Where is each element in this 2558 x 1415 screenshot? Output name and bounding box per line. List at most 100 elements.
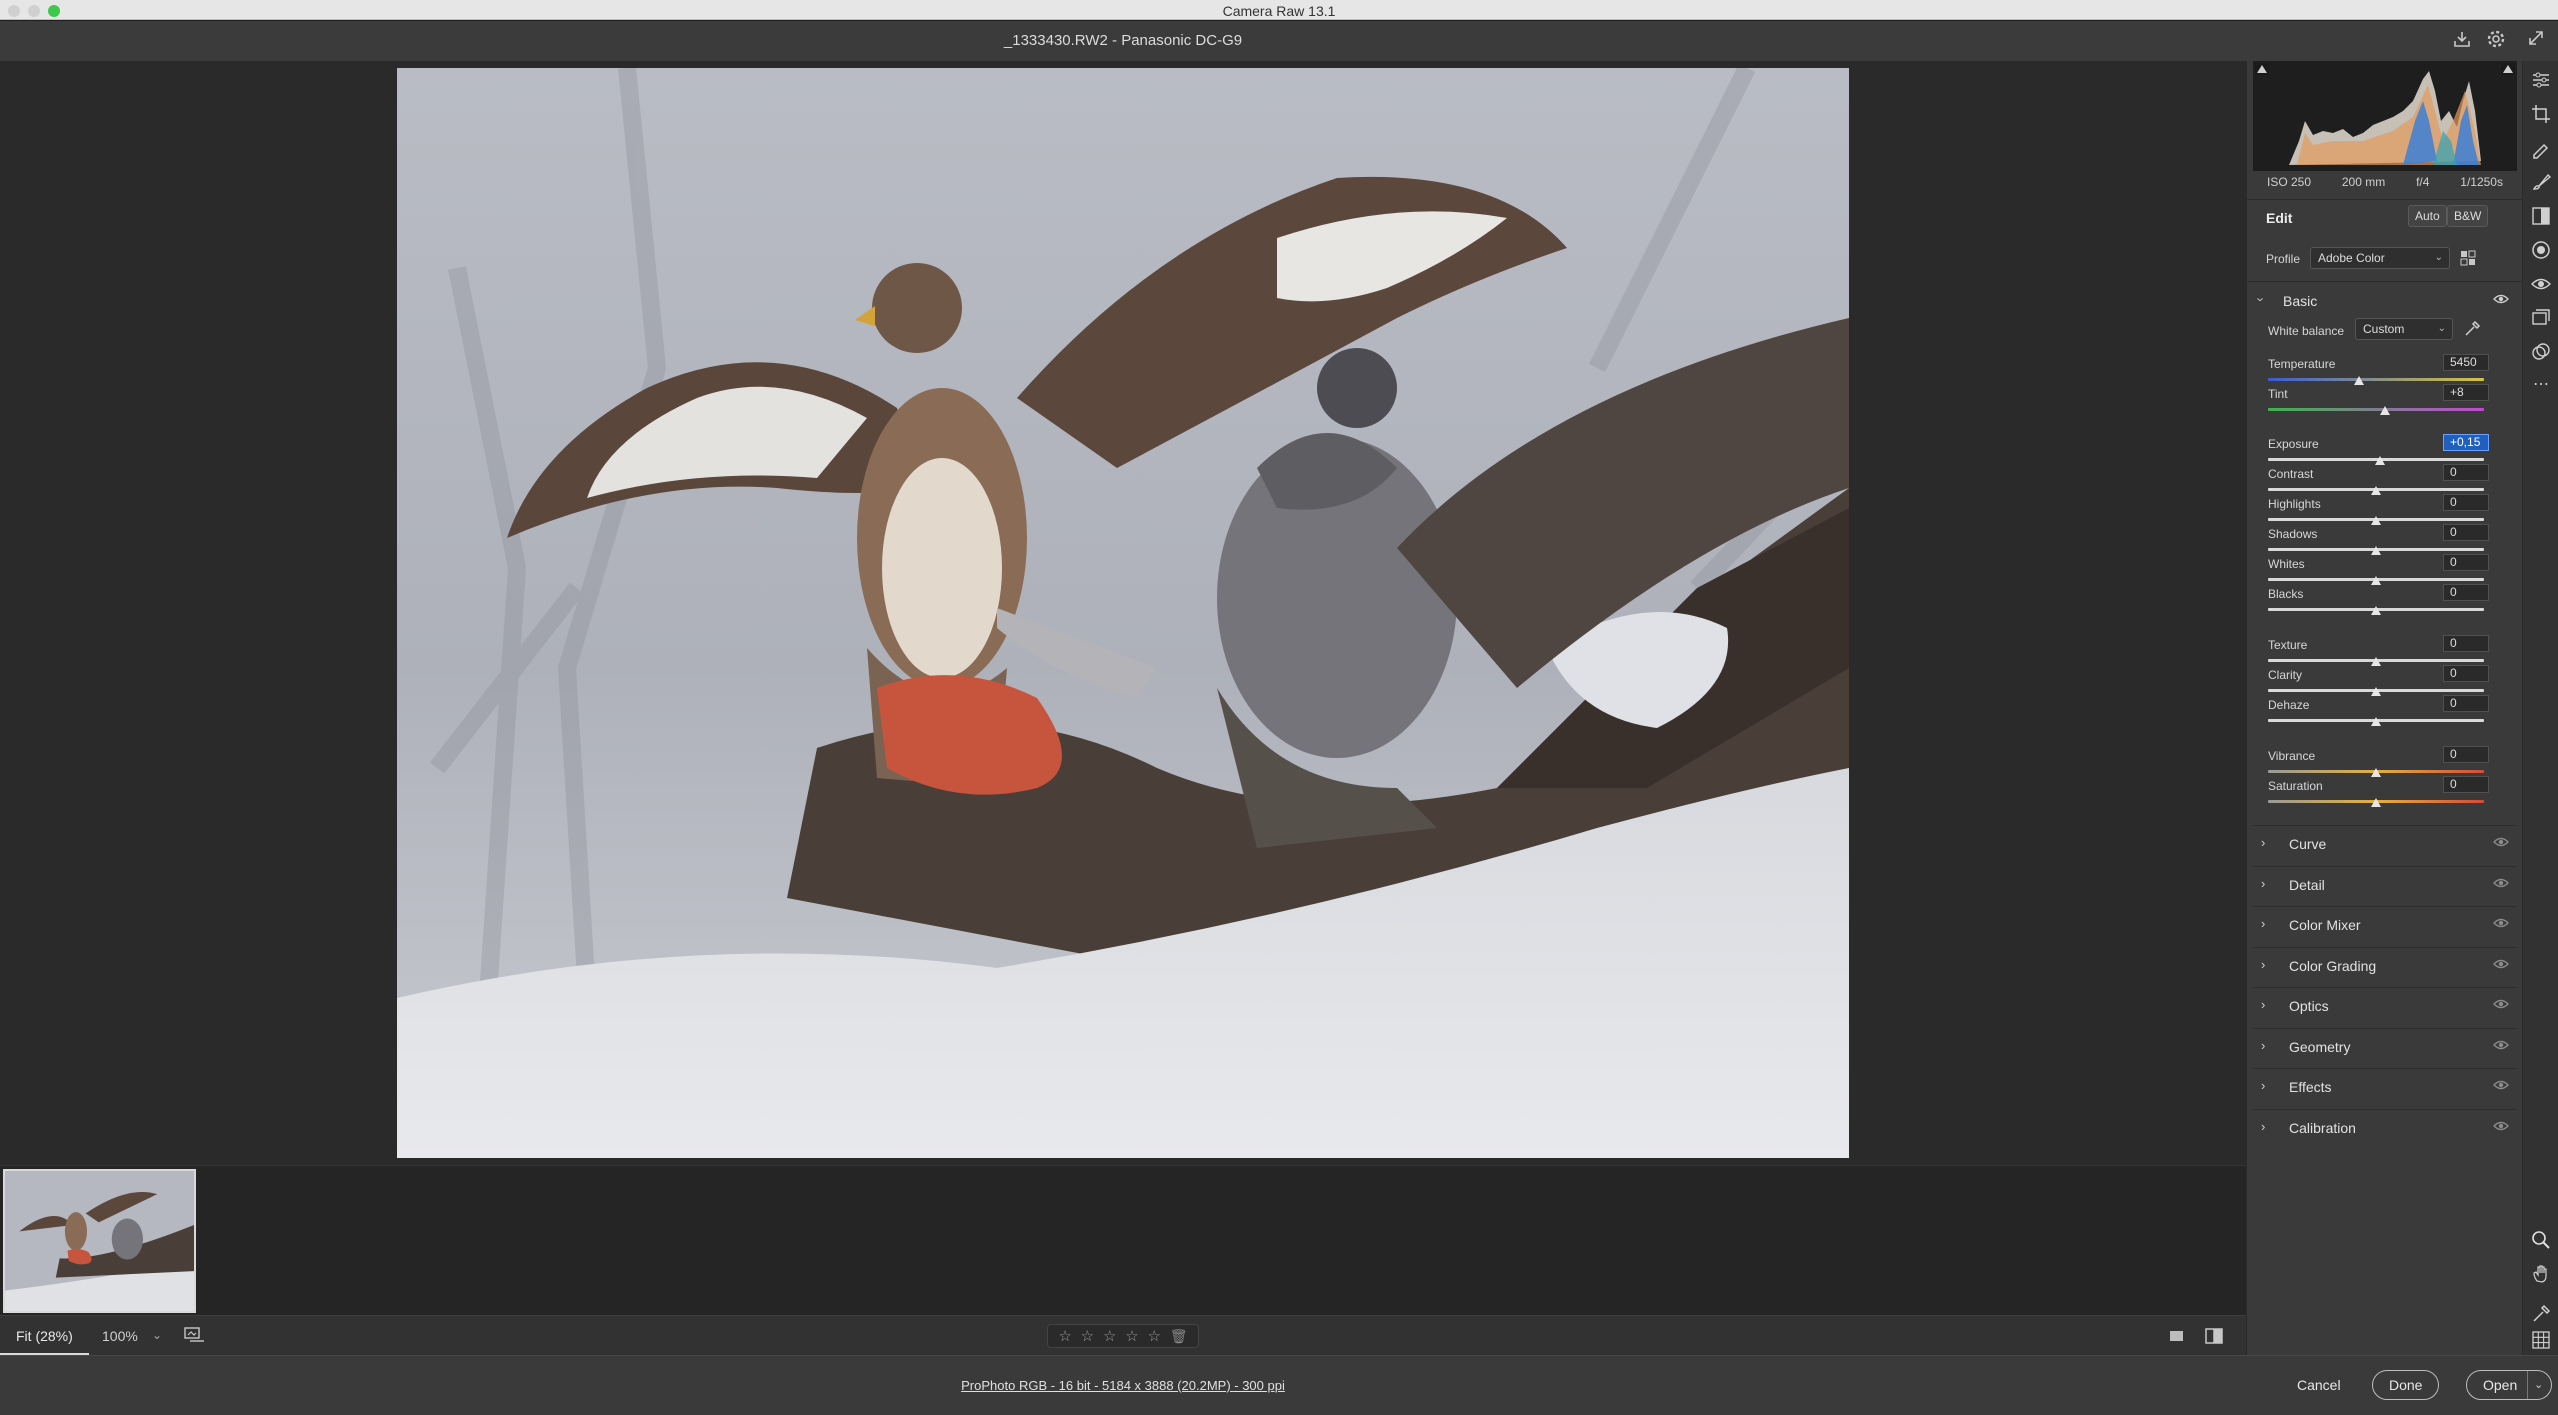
clarity-value-field[interactable]: 0 [2443, 665, 2489, 682]
whites-slider-handle[interactable] [2371, 576, 2381, 585]
dehaze-value-field[interactable]: 0 [2443, 695, 2489, 712]
section-basic[interactable]: › Basic [2247, 283, 2523, 319]
red-eye-icon[interactable] [2530, 273, 2552, 295]
star-icon[interactable]: ☆ [1147, 1327, 1160, 1345]
temperature-slider-handle[interactable] [2353, 376, 2364, 385]
star-icon[interactable]: ☆ [1125, 1327, 1138, 1345]
section-title-color-grading: Color Grading [2289, 957, 2377, 974]
eye-icon[interactable] [2493, 1079, 2509, 1091]
eye-icon[interactable] [2493, 1039, 2509, 1051]
eye-icon[interactable] [2493, 958, 2509, 970]
section-color-grading[interactable]: › Color Grading [2247, 948, 2523, 984]
texture-slider-handle[interactable] [2371, 657, 2381, 666]
shadows-label: Shadows [2268, 527, 2318, 541]
chevron-down-icon: ⌄ [2434, 252, 2443, 263]
cancel-button[interactable]: Cancel [2280, 1370, 2358, 1400]
auto-button[interactable]: Auto [2408, 205, 2447, 227]
hand-tool-icon[interactable] [2530, 1263, 2552, 1285]
radial-filter-icon[interactable] [2530, 239, 2552, 261]
whites-value-field[interactable]: 0 [2443, 554, 2489, 571]
presets-icon[interactable] [2530, 341, 2552, 363]
star-rating[interactable]: ☆ ☆ ☆ ☆ ☆ 🗑 [1047, 1324, 1199, 1348]
black-and-white-button[interactable]: B&W [2447, 205, 2489, 227]
fullscreen-icon[interactable] [2524, 29, 2548, 53]
section-detail[interactable]: › Detail [2247, 867, 2523, 903]
vibrance-value-field[interactable]: 0 [2443, 746, 2489, 763]
dehaze-slider-handle[interactable] [2371, 717, 2381, 726]
temperature-label: Temperature [2268, 357, 2336, 371]
snapshots-icon[interactable] [2530, 307, 2552, 329]
section-geometry[interactable]: › Geometry [2247, 1029, 2523, 1065]
section-curve[interactable]: › Curve [2247, 826, 2523, 862]
focal-length-value: 200 mm [2341, 175, 2386, 189]
section-optics[interactable]: › Optics [2247, 988, 2523, 1024]
more-options-icon[interactable]: ⋯ [2530, 375, 2552, 397]
zoom-dropdown-chevron-icon[interactable]: ⌄ [152, 1328, 162, 1342]
save-image-icon[interactable] [2450, 29, 2474, 53]
done-button[interactable]: Done [2372, 1370, 2440, 1400]
highlights-slider-handle[interactable] [2371, 516, 2381, 525]
eye-icon[interactable] [2493, 1120, 2509, 1132]
exposure-slider-handle[interactable] [2375, 456, 2386, 465]
contrast-slider-handle[interactable] [2371, 486, 2381, 495]
contrast-value-field[interactable]: 0 [2443, 464, 2489, 481]
highlights-value-field[interactable]: 0 [2443, 494, 2489, 511]
fit-zoom-button[interactable]: Fit (28%) [0, 1316, 89, 1356]
photo-preview[interactable] [397, 68, 1849, 1158]
eye-icon[interactable] [2493, 293, 2509, 305]
grid-overlay-icon[interactable] [2530, 1329, 2552, 1351]
histogram [2253, 61, 2517, 171]
eye-icon[interactable] [2493, 998, 2509, 1010]
highlights-label: Highlights [2268, 497, 2321, 511]
star-icon[interactable]: ☆ [1058, 1327, 1071, 1345]
graduated-filter-icon[interactable] [2530, 205, 2552, 227]
star-icon[interactable]: ☆ [1103, 1327, 1116, 1345]
shadows-slider-handle[interactable] [2371, 546, 2381, 555]
open-options-chevron-icon[interactable]: ⌄ [2527, 1371, 2543, 1399]
section-effects[interactable]: › Effects [2247, 1069, 2523, 1105]
eye-icon[interactable] [2493, 877, 2509, 889]
workflow-options-link[interactable]: ProPhoto RGB - 16 bit - 5184 x 3888 (20.… [0, 1378, 2246, 1393]
blacks-value-field[interactable]: 0 [2443, 584, 2489, 601]
saturation-value-field[interactable]: 0 [2443, 776, 2489, 793]
tint-value-field[interactable]: +8 [2443, 384, 2489, 401]
image-canvas[interactable] [0, 61, 2246, 1165]
shadows-value-field[interactable]: 0 [2443, 524, 2489, 541]
eye-icon[interactable] [2493, 836, 2509, 848]
texture-value-field[interactable]: 0 [2443, 635, 2489, 652]
eye-icon[interactable] [2493, 917, 2509, 929]
crop-icon[interactable] [2530, 103, 2552, 125]
edit-sliders-icon[interactable] [2530, 69, 2552, 91]
adjustment-brush-icon[interactable] [2530, 171, 2552, 193]
tint-slider-track[interactable] [2268, 408, 2484, 411]
aperture-value: f/4 [2416, 175, 2430, 189]
dehaze-label: Dehaze [2268, 698, 2310, 712]
white-balance-select[interactable]: Custom ⌄ [2355, 318, 2453, 340]
temperature-slider-track[interactable] [2268, 378, 2484, 381]
section-color-mixer[interactable]: › Color Mixer [2247, 907, 2523, 943]
zoom-level[interactable]: 100% [102, 1328, 138, 1344]
spot-removal-icon[interactable] [2530, 137, 2552, 159]
profile-select[interactable]: Adobe Color ⌄ [2310, 247, 2450, 269]
eyedropper-icon[interactable] [2463, 320, 2481, 338]
gear-icon[interactable] [2484, 29, 2508, 53]
color-sampler-icon[interactable] [2530, 1303, 2552, 1325]
profile-browser-icon[interactable] [2460, 250, 2476, 266]
section-calibration[interactable]: › Calibration [2247, 1110, 2523, 1146]
temperature-value-field[interactable]: 5450 [2443, 354, 2489, 371]
trash-icon[interactable]: 🗑 [1170, 1328, 1188, 1345]
saturation-slider-handle[interactable] [2371, 798, 2381, 807]
exposure-value-field[interactable]: +0,15 [2443, 434, 2489, 451]
open-button[interactable]: Open ⌄ [2466, 1370, 2553, 1400]
before-after-view-icon[interactable] [2204, 1327, 2224, 1345]
star-icon[interactable]: ☆ [1081, 1327, 1094, 1345]
single-view-icon[interactable] [2168, 1328, 2186, 1344]
tint-slider-handle[interactable] [2379, 406, 2390, 415]
clarity-slider-handle[interactable] [2371, 687, 2381, 696]
filmstrip-options-icon[interactable] [184, 1326, 206, 1344]
filmstrip-thumbnail[interactable] [3, 1169, 196, 1313]
zoom-tool-icon[interactable] [2530, 1229, 2552, 1251]
chevron-down-icon: › [2253, 297, 2269, 302]
blacks-slider-handle[interactable] [2371, 606, 2381, 615]
vibrance-slider-handle[interactable] [2371, 768, 2381, 777]
